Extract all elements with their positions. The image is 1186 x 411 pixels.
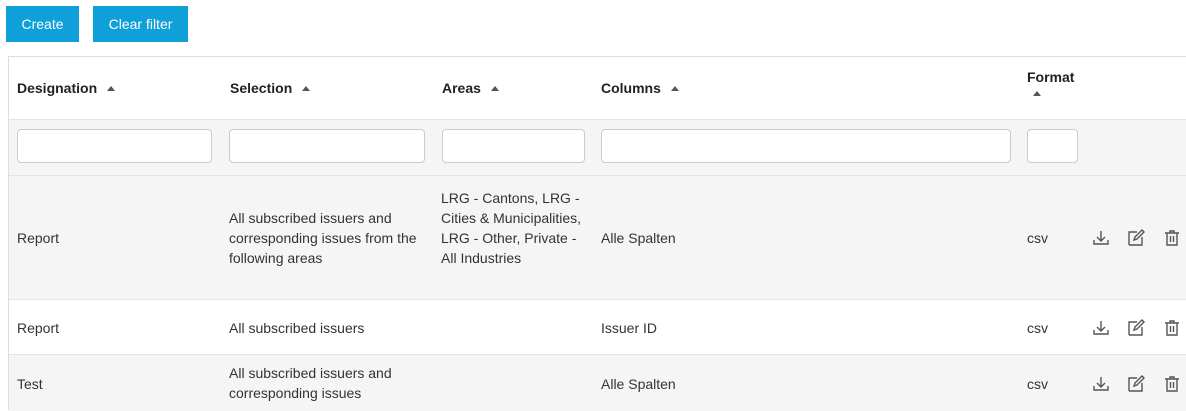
create-button[interactable]: Create bbox=[6, 6, 79, 42]
columns-cell: Alle Spalten bbox=[601, 230, 676, 246]
table-row: Report All subscribed issuers Issuer ID … bbox=[9, 299, 1186, 355]
areas-cell: LRG - Cantons, LRG - Cities & Municipali… bbox=[441, 190, 582, 266]
column-header-label: Designation bbox=[17, 80, 98, 96]
trash-icon[interactable] bbox=[1162, 228, 1182, 248]
column-header-selection[interactable]: Selection bbox=[230, 80, 311, 96]
designation-filter-input[interactable] bbox=[17, 129, 212, 163]
areas-filter-input[interactable] bbox=[442, 129, 585, 163]
column-header-format[interactable]: Format bbox=[1027, 69, 1074, 101]
sort-asc-icon bbox=[107, 86, 116, 91]
format-filter-input[interactable] bbox=[1027, 129, 1078, 163]
sort-asc-icon bbox=[1033, 91, 1041, 96]
selection-cell: All subscribed issuers and corresponding… bbox=[229, 210, 417, 266]
column-header-label: Areas bbox=[442, 80, 481, 96]
columns-cell: Issuer ID bbox=[601, 320, 658, 336]
edit-icon[interactable] bbox=[1126, 318, 1146, 338]
selection-filter-input[interactable] bbox=[229, 129, 425, 163]
format-cell: csv bbox=[1027, 376, 1048, 392]
download-icon[interactable] bbox=[1091, 374, 1111, 394]
clear-filter-button[interactable]: Clear filter bbox=[93, 6, 188, 42]
column-header-columns[interactable]: Columns bbox=[601, 80, 679, 96]
column-header-areas[interactable]: Areas bbox=[442, 80, 499, 96]
selection-cell: All subscribed issuers bbox=[229, 320, 365, 336]
trash-icon[interactable] bbox=[1162, 374, 1182, 394]
designation-cell: Report bbox=[17, 230, 60, 246]
column-header-designation[interactable]: Designation bbox=[17, 80, 116, 96]
column-header-label: Format bbox=[1027, 69, 1075, 85]
table-row: Test All subscribed issuers and correspo… bbox=[9, 354, 1186, 411]
selection-cell: All subscribed issuers and corresponding… bbox=[229, 365, 392, 401]
edit-icon[interactable] bbox=[1126, 228, 1146, 248]
columns-cell: Alle Spalten bbox=[601, 376, 676, 392]
columns-filter-input[interactable] bbox=[601, 129, 1011, 163]
trash-icon[interactable] bbox=[1162, 318, 1182, 338]
column-header-label: Selection bbox=[230, 80, 293, 96]
download-icon[interactable] bbox=[1091, 228, 1111, 248]
filter-row bbox=[9, 119, 1186, 176]
table-header: Designation Selection Areas Columns Form… bbox=[9, 57, 1186, 119]
download-icon[interactable] bbox=[1091, 318, 1111, 338]
format-cell: csv bbox=[1027, 320, 1048, 336]
edit-icon[interactable] bbox=[1126, 374, 1146, 394]
designation-cell: Test bbox=[17, 376, 43, 392]
column-header-label: Columns bbox=[601, 80, 661, 96]
format-cell: csv bbox=[1027, 230, 1048, 246]
reports-table: Designation Selection Areas Columns Form… bbox=[8, 56, 1186, 411]
sort-asc-icon bbox=[302, 86, 311, 91]
designation-cell: Report bbox=[17, 320, 60, 336]
sort-asc-icon bbox=[670, 86, 679, 91]
sort-asc-icon bbox=[490, 86, 499, 91]
table-row: Report All subscribed issuers and corres… bbox=[9, 175, 1186, 300]
